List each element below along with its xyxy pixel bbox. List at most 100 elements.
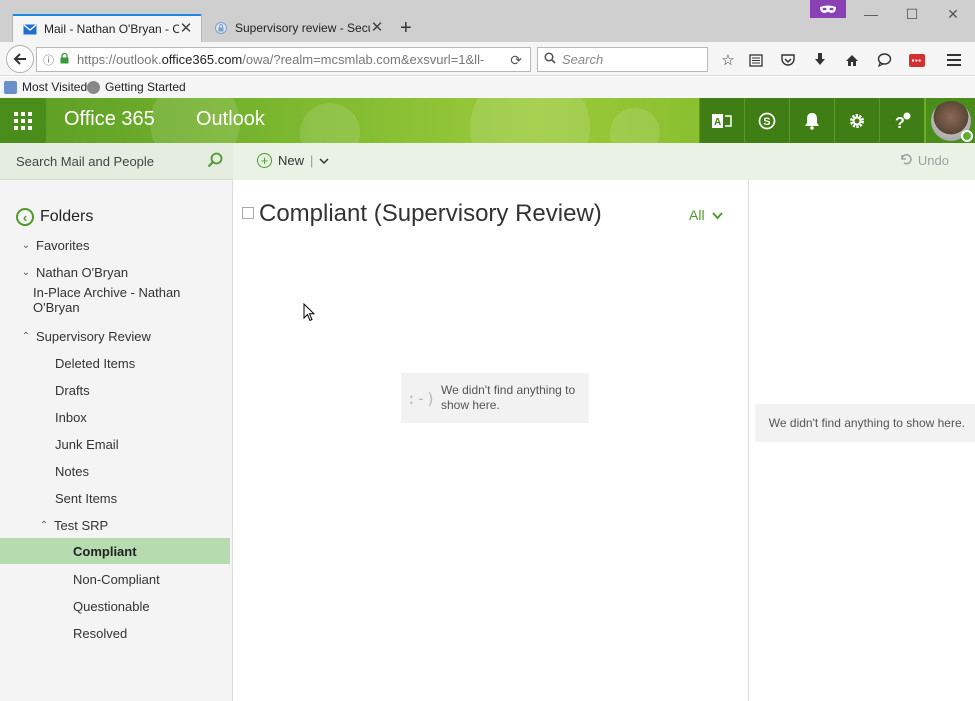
select-all-checkbox[interactable] bbox=[242, 207, 254, 219]
close-tab-icon[interactable]: ✕ bbox=[179, 21, 193, 36]
close-window-button[interactable]: ✕ bbox=[943, 6, 963, 23]
folder-deleted-items[interactable]: Deleted Items bbox=[0, 350, 230, 376]
info-icon[interactable]: ⓘ bbox=[43, 52, 54, 68]
presence-available-icon bbox=[960, 129, 973, 142]
globe-icon bbox=[87, 80, 100, 94]
undo-button[interactable]: Undo bbox=[900, 153, 949, 168]
search-icon bbox=[544, 52, 556, 67]
folder-resolved[interactable]: Resolved bbox=[0, 620, 230, 646]
app-name[interactable]: Outlook bbox=[196, 108, 265, 131]
office365-header: Office 365 Outlook A S ? bbox=[0, 98, 975, 143]
plus-circle-icon: + bbox=[257, 153, 272, 168]
folder-questionable[interactable]: Questionable bbox=[0, 593, 230, 619]
url-bar[interactable]: ⓘ https://outlook.office365.com/owa/?rea… bbox=[36, 47, 531, 72]
most-visited-icon bbox=[4, 80, 17, 94]
svg-text:S: S bbox=[763, 116, 770, 128]
filter-dropdown[interactable]: All bbox=[689, 207, 723, 223]
search-icon[interactable] bbox=[207, 152, 223, 171]
folder-junk-email[interactable]: Junk Email bbox=[0, 431, 230, 457]
new-tab-button[interactable]: + bbox=[400, 18, 412, 38]
folder-label: Favorites bbox=[36, 237, 90, 253]
svg-text:A: A bbox=[714, 117, 721, 128]
home-icon[interactable] bbox=[842, 50, 862, 70]
browser-nav-bar: ⓘ https://outlook.office365.com/owa/?rea… bbox=[0, 42, 975, 76]
folder-compliant[interactable]: Compliant bbox=[0, 538, 230, 564]
bell-icon bbox=[805, 112, 819, 130]
reload-icon[interactable]: ⟳ bbox=[510, 52, 522, 69]
back-arrow-icon bbox=[13, 53, 26, 65]
folder-sent-items[interactable]: Sent Items bbox=[0, 485, 230, 511]
folder-label: Inbox bbox=[55, 409, 87, 425]
settings-button[interactable] bbox=[834, 98, 879, 143]
bookmark-label: Getting Started bbox=[105, 80, 186, 94]
new-dropdown-chevron-icon[interactable] bbox=[319, 153, 329, 168]
search-placeholder: Search bbox=[562, 52, 604, 67]
folder-favorites[interactable]: ⌄ Favorites bbox=[0, 232, 230, 258]
browser-search-input[interactable]: Search bbox=[537, 47, 708, 72]
bookmark-label: Most Visited bbox=[22, 80, 88, 94]
folder-label: Supervisory Review bbox=[36, 328, 151, 344]
padlock-icon bbox=[60, 52, 69, 67]
back-button[interactable] bbox=[6, 45, 34, 73]
folders-header[interactable]: ‹ Folders bbox=[16, 208, 93, 226]
folder-label: Resolved bbox=[73, 625, 128, 641]
chevron-up-icon[interactable]: ⌃ bbox=[20, 331, 32, 342]
mouse-cursor-icon bbox=[303, 302, 316, 325]
tab-title: Supervisory review - Secur... bbox=[235, 21, 370, 35]
user-avatar[interactable] bbox=[926, 98, 975, 143]
folder-supervisory-review[interactable]: ⌃ Supervisory Review bbox=[0, 323, 230, 349]
bookmark-getting-started[interactable]: Getting Started bbox=[87, 80, 186, 94]
folder-title: Compliant (Supervisory Review) bbox=[259, 200, 602, 227]
search-mail-and-people-input[interactable]: Search Mail and People bbox=[0, 143, 233, 180]
browser-tab-bar: Mail - Nathan O'Bryan - O... ✕ Superviso… bbox=[0, 0, 975, 42]
folder-inbox[interactable]: Inbox bbox=[0, 404, 230, 430]
browser-tab-mail[interactable]: Mail - Nathan O'Bryan - O... ✕ bbox=[12, 14, 202, 42]
minimize-window-button[interactable]: — bbox=[861, 6, 881, 22]
pocket-icon[interactable] bbox=[778, 50, 798, 70]
close-tab-icon[interactable]: ✕ bbox=[370, 20, 384, 35]
profile-photo bbox=[930, 100, 973, 142]
new-label: New bbox=[278, 153, 305, 168]
folder-notes[interactable]: Notes bbox=[0, 458, 230, 484]
folder-label: Notes bbox=[55, 463, 89, 479]
gear-icon bbox=[850, 113, 864, 128]
folder-test-srp[interactable]: ⌃ Test SRP bbox=[0, 512, 230, 538]
chevron-down-icon[interactable]: ⌄ bbox=[20, 240, 32, 251]
folder-label: Junk Email bbox=[55, 436, 119, 452]
office-add-ins-button[interactable]: A bbox=[699, 98, 744, 143]
notifications-button[interactable] bbox=[789, 98, 834, 143]
undo-icon bbox=[900, 153, 912, 168]
chevron-up-icon[interactable]: ⌃ bbox=[38, 520, 50, 531]
folder-mailbox-root[interactable]: ⌄ Nathan O'Bryan bbox=[0, 259, 230, 285]
skype-button[interactable]: S bbox=[744, 98, 789, 143]
new-message-button[interactable]: + New | bbox=[257, 153, 329, 168]
menu-icon[interactable] bbox=[944, 50, 964, 70]
skype-icon: S bbox=[758, 112, 776, 129]
folder-pane: ‹ Folders ⌄ Favorites ⌄ Nathan O'Bryan I… bbox=[0, 180, 233, 701]
chat-bubble-icon[interactable] bbox=[874, 50, 894, 70]
svg-text:?: ? bbox=[895, 115, 905, 131]
command-bar: + New | Undo bbox=[233, 143, 975, 180]
reading-list-icon[interactable] bbox=[746, 50, 766, 70]
bookmark-most-visited[interactable]: Most Visited bbox=[4, 80, 87, 94]
folder-drafts[interactable]: Drafts bbox=[0, 377, 230, 403]
url-text: https://outlook.office365.com/owa/?realm… bbox=[77, 52, 485, 67]
maximize-window-button[interactable]: ☐ bbox=[902, 6, 922, 23]
chevron-down-icon[interactable]: ⌄ bbox=[20, 267, 32, 278]
password-manager-icon[interactable] bbox=[907, 50, 927, 70]
folder-in-place-archive[interactable]: In-Place Archive - Nathan O'Bryan bbox=[0, 285, 230, 315]
help-button[interactable]: ? bbox=[879, 98, 924, 143]
download-icon[interactable] bbox=[810, 50, 830, 70]
app-launcher-waffle-icon[interactable] bbox=[0, 98, 46, 143]
bookmark-star-icon[interactable]: ☆ bbox=[718, 50, 738, 70]
folder-label: Test SRP bbox=[54, 517, 109, 533]
folder-non-compliant[interactable]: Non-Compliant bbox=[0, 566, 230, 592]
office365-brand[interactable]: Office 365 bbox=[64, 108, 155, 131]
filter-label: All bbox=[689, 207, 705, 223]
browser-tab-supervisory-review[interactable]: Supervisory review - Secur... ✕ bbox=[206, 14, 392, 42]
folder-label: Compliant bbox=[73, 543, 137, 559]
smiley-icon: :-) bbox=[406, 388, 436, 408]
folder-label: Deleted Items bbox=[55, 355, 136, 371]
folder-label: Questionable bbox=[73, 598, 150, 614]
private-browsing-mask-icon bbox=[810, 0, 846, 18]
